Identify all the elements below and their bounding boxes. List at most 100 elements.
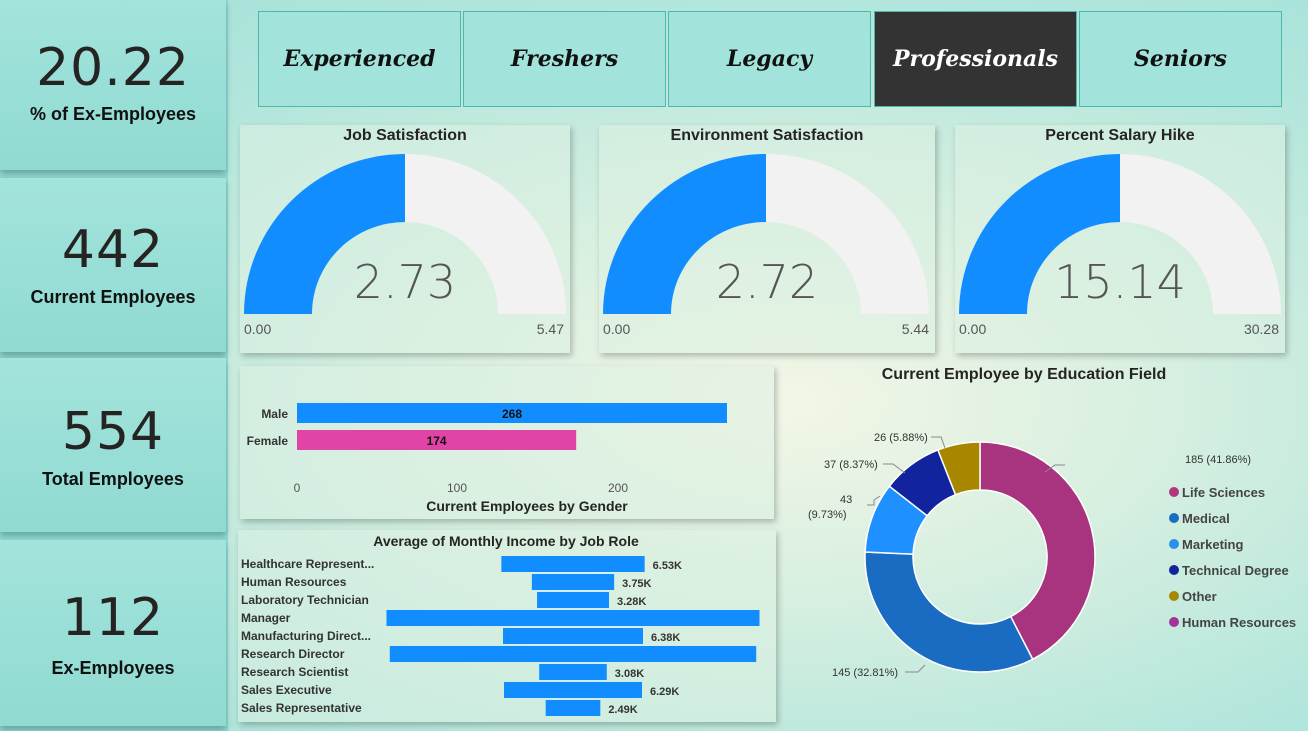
kpi-current-employees: 442 Current Employees: [0, 178, 226, 352]
income-role-label: Manager: [241, 611, 291, 625]
income-role-label: Research Scientist: [241, 665, 348, 679]
kpi-value: 20.22: [36, 38, 190, 98]
slicer-professionals[interactable]: Professionals: [874, 11, 1077, 107]
kpi-total-employees: 554 Total Employees: [0, 358, 226, 532]
income-role-label: Healthcare Represent...: [241, 557, 374, 571]
gauge-min: 0.00: [959, 321, 987, 337]
legend-marker: [1169, 591, 1179, 601]
donut-leader-line: [883, 463, 906, 474]
income-bar: [503, 628, 643, 644]
slicer-seniors[interactable]: Seniors: [1079, 11, 1282, 107]
income-role-label: Laboratory Technician: [241, 593, 369, 607]
kpi-value: 112: [61, 588, 165, 648]
gauge-arc: [244, 154, 566, 314]
income-role-label: Sales Representative: [241, 701, 362, 715]
legend-marker: [1169, 513, 1179, 523]
kpi-label: Ex-Employees: [51, 658, 175, 678]
donut-data-label: (9.73%): [808, 509, 847, 521]
slicer-experienced[interactable]: Experienced: [258, 11, 461, 107]
kpi-label: % of Ex-Employees: [29, 104, 197, 124]
income-bar: [503, 682, 643, 698]
slicer-label: Freshers: [510, 46, 619, 72]
donut-leader-line: [905, 664, 926, 673]
income-role-label: Sales Executive: [241, 683, 332, 697]
education-chart[interactable]: Current Employee by Education Field 185 …: [790, 360, 1308, 731]
gauge-arc: [603, 154, 929, 314]
gauge-min: 0.00: [603, 321, 631, 337]
income-bar: [545, 700, 601, 716]
gauge-value: 15.14: [1054, 255, 1186, 309]
education-chart-title: Current Employee by Education Field: [881, 366, 1167, 383]
legend-label: Other: [1182, 589, 1217, 604]
legend-label: Technical Degree: [1182, 563, 1289, 578]
kpi-value: 554: [61, 402, 165, 462]
gauge-value: 2.73: [353, 255, 457, 309]
gender-chart-card[interactable]: Male Female 268 174 0 100 200 Current Em…: [240, 366, 774, 519]
income-value-label: 6.38K: [651, 632, 680, 644]
legend-label: Marketing: [1182, 537, 1243, 552]
income-bar: [539, 664, 607, 680]
gauge-value: 2.72: [715, 255, 819, 309]
gender-value-male: 268: [502, 407, 522, 421]
legend-label: Human Resources: [1182, 615, 1296, 630]
legend-marker: [1169, 487, 1179, 497]
income-value-label: 6.53K: [653, 560, 682, 572]
donut-data-label: 26 (5.88%): [874, 432, 928, 444]
income-value-label: 2.49K: [608, 704, 637, 716]
slicer-legacy[interactable]: Legacy: [668, 11, 871, 107]
gauge-percent-salary-hike[interactable]: Percent Salary Hike 15.14 0.00 30.28: [955, 125, 1285, 353]
income-bar: [531, 574, 615, 590]
slicer-freshers[interactable]: Freshers: [463, 11, 666, 107]
gender-value-female: 174: [427, 434, 447, 448]
donut-slice-medical: [864, 551, 1034, 673]
gauge-max: 30.28: [1243, 321, 1279, 337]
gauge-min: 0.00: [244, 321, 272, 337]
kpi-label: Current Employees: [30, 287, 196, 307]
legend-marker: [1169, 539, 1179, 549]
income-bar: [386, 610, 760, 626]
gender-axis-tick: 100: [447, 481, 467, 495]
slicer-label: Seniors: [1134, 46, 1227, 72]
legend-marker: [1169, 565, 1179, 575]
gender-axis-tick: 0: [294, 481, 301, 495]
income-role-label: Human Resources: [241, 575, 347, 589]
slicer-label: Legacy: [726, 46, 813, 72]
kpi-label: Total Employees: [42, 469, 184, 489]
kpi-ex-employees: 112 Ex-Employees: [0, 540, 226, 726]
income-chart: Average of Monthly Income by Job Role He…: [241, 533, 760, 716]
income-chart-title: Average of Monthly Income by Job Role: [373, 533, 639, 549]
legend-label: Life Sciences: [1182, 485, 1265, 500]
gauge-max: 5.47: [536, 321, 564, 337]
legend-marker: [1169, 617, 1179, 627]
donut-data-label: 37 (8.37%): [824, 459, 878, 471]
income-value-label: 6.29K: [650, 686, 679, 698]
legend-label: Medical: [1182, 511, 1230, 526]
income-role-label: Research Director: [241, 647, 345, 661]
slicer-label: Professionals: [892, 46, 1059, 72]
donut-leader-line: [931, 436, 946, 449]
income-value-label: 3.75K: [622, 578, 651, 590]
kpi-ex-employee-percent: 20.22 % of Ex-Employees: [0, 0, 226, 170]
gender-axis-tick: 200: [608, 481, 628, 495]
gender-label-male: Male: [261, 407, 288, 421]
income-value-label: 3.28K: [617, 596, 646, 608]
donut-data-label: 43: [840, 494, 852, 506]
income-value-label: 3.08K: [615, 668, 644, 680]
income-bar: [501, 556, 645, 572]
donut-data-label: 145 (32.81%): [832, 667, 898, 679]
income-chart-card[interactable]: Average of Monthly Income by Job Role He…: [238, 530, 776, 722]
income-bar: [389, 646, 757, 662]
education-donut: 185 (41.86%) 145 (32.81%) 43 (9.73%) 37 (8.3…: [808, 432, 1296, 679]
kpi-column: 20.22 % of Ex-Employees 442 Current Empl…: [0, 0, 228, 731]
donut-data-label: 185 (41.86%): [1185, 454, 1251, 466]
income-role-label: Manufacturing Direct...: [241, 629, 371, 643]
kpi-value: 442: [61, 220, 165, 280]
income-bar: [537, 592, 609, 608]
gauge-arc: [959, 154, 1281, 314]
gauge-max: 5.44: [901, 321, 929, 337]
gauge-environment-satisfaction[interactable]: Environment Satisfaction 2.72 0.00 5.44: [599, 125, 935, 353]
gauge-job-satisfaction[interactable]: Job Satisfaction 2.73 0.00 5.47: [240, 125, 570, 353]
gender-chart: Male Female 268 174 0 100 200 Current Em…: [247, 403, 727, 514]
slicer-label: Experienced: [283, 46, 436, 72]
gender-chart-title: Current Employees by Gender: [426, 498, 628, 514]
